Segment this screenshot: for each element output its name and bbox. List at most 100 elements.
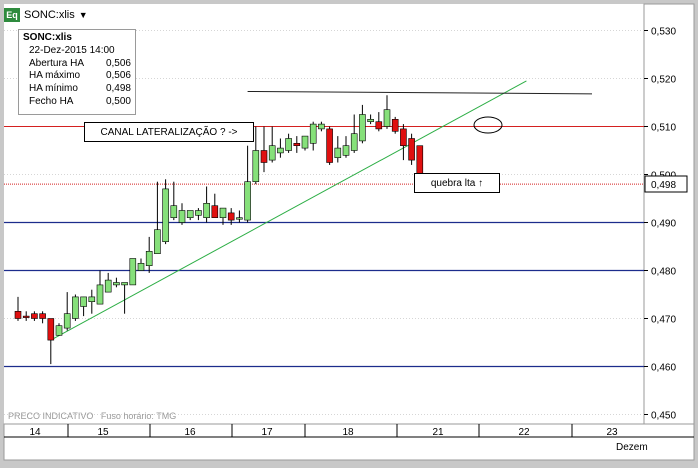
candle-body bbox=[22, 315, 30, 318]
candle-body bbox=[113, 282, 120, 286]
candle bbox=[129, 258, 137, 286]
candle-body bbox=[260, 150, 268, 163]
info-label: HA mínimo bbox=[29, 83, 78, 95]
candle-body bbox=[55, 325, 63, 336]
info-value: 0,500 bbox=[105, 95, 131, 107]
info-value: 0,498 bbox=[105, 83, 131, 95]
candle bbox=[408, 133, 415, 165]
candle-body bbox=[293, 143, 301, 147]
candle-body bbox=[121, 282, 128, 286]
price-tick-label: 0,510 bbox=[651, 123, 676, 134]
equity-icon: Eq bbox=[4, 8, 20, 22]
candle bbox=[162, 179, 169, 245]
time-trailing-label: Dezem bbox=[616, 442, 648, 453]
price-tick-label: 0,520 bbox=[651, 75, 676, 86]
candle-body bbox=[39, 313, 46, 319]
candle-body bbox=[408, 138, 415, 161]
candle-body bbox=[162, 188, 169, 242]
time-label: 18 bbox=[342, 427, 354, 438]
candle-body bbox=[416, 145, 424, 175]
candle-body bbox=[277, 147, 284, 154]
candle-body bbox=[211, 205, 219, 218]
candle-body bbox=[31, 313, 38, 319]
candle-body bbox=[375, 121, 383, 130]
candle bbox=[72, 294, 79, 321]
candle-body bbox=[334, 147, 342, 159]
annotation-canal[interactable]: CANAL LATERALIZAÇÃO ? -> bbox=[84, 122, 254, 142]
candle-body bbox=[63, 313, 71, 329]
info-row-open: Abertura HA 0,506 bbox=[23, 58, 131, 71]
candle-body bbox=[342, 145, 350, 156]
candle-body bbox=[104, 279, 112, 293]
price-tick-label: 0,490 bbox=[651, 219, 676, 230]
candle-body bbox=[154, 229, 161, 254]
time-label: 15 bbox=[97, 427, 109, 438]
chevron-down-icon[interactable]: ▼ bbox=[79, 10, 88, 20]
candle-body bbox=[367, 119, 374, 123]
candle-body bbox=[359, 114, 366, 142]
title-bar: Eq SONC:xlis ▼ bbox=[4, 5, 88, 25]
annotation-quebra[interactable]: quebra lta ↑ bbox=[414, 173, 500, 193]
candle-body bbox=[268, 145, 276, 161]
candle-body bbox=[96, 284, 104, 305]
info-label: Abertura HA bbox=[29, 57, 85, 69]
candle-body bbox=[400, 128, 407, 146]
candle-body bbox=[252, 150, 260, 183]
current-price-label: 0,498 bbox=[651, 180, 676, 191]
price-tick-label: 0,480 bbox=[651, 267, 676, 278]
candle-body bbox=[14, 310, 22, 319]
candle-body bbox=[244, 181, 251, 221]
candle bbox=[326, 126, 333, 165]
chart-window: 0,530 0,520 0,510 0,500 0,490 0,480 0,470 0,460… bbox=[0, 0, 698, 463]
price-tick-label: 0,460 bbox=[651, 363, 676, 374]
candle-body bbox=[236, 217, 243, 220]
info-label: Fecho HA bbox=[29, 95, 74, 107]
candle-body bbox=[383, 109, 391, 127]
candle-body bbox=[170, 205, 178, 218]
info-row-low: HA mínimo 0,498 bbox=[23, 83, 131, 96]
candle-body bbox=[186, 210, 194, 218]
candle-body bbox=[301, 135, 309, 149]
candle-body bbox=[285, 138, 292, 151]
candle-body bbox=[219, 207, 227, 219]
price-tick-label: 0,530 bbox=[651, 27, 676, 38]
candle-body bbox=[318, 123, 325, 130]
time-label: 21 bbox=[432, 427, 444, 438]
candle-body bbox=[137, 262, 145, 271]
candle-body bbox=[129, 258, 137, 286]
time-label: 16 bbox=[184, 427, 196, 438]
time-label: 17 bbox=[261, 427, 273, 438]
candle-body bbox=[309, 123, 317, 144]
footer-info: PRECO INDICATIVO Fuso horário: TMG bbox=[8, 411, 176, 421]
candle-body bbox=[178, 210, 186, 223]
candle-body bbox=[88, 296, 96, 302]
candle-body bbox=[72, 296, 79, 319]
indicator-label: PRECO INDICATIVO bbox=[8, 411, 94, 421]
info-value: 0,506 bbox=[105, 57, 131, 69]
info-datetime: 22-Dez-2015 14:00 bbox=[29, 44, 115, 56]
info-value: 0,506 bbox=[105, 70, 131, 82]
time-label: 23 bbox=[606, 427, 618, 438]
candle-body bbox=[203, 203, 210, 219]
candle-body bbox=[326, 128, 333, 163]
timezone-label: Fuso horário: TMG bbox=[100, 411, 177, 421]
info-title: SONC:xlis bbox=[23, 32, 72, 43]
candle-body bbox=[47, 318, 55, 341]
info-label: HA máximo bbox=[29, 70, 81, 82]
price-axis bbox=[643, 3, 695, 425]
candle-body bbox=[391, 119, 399, 132]
candle-body bbox=[145, 251, 153, 267]
candle-body bbox=[227, 212, 235, 221]
info-row-high: HA máximo 0,506 bbox=[23, 70, 131, 83]
info-box: SONC:xlis 22-Dez-2015 14:00 Abertura HA 0… bbox=[18, 29, 136, 115]
candle bbox=[301, 135, 309, 151]
info-row-close: Fecho HA 0,500 bbox=[23, 96, 131, 109]
candle-body bbox=[195, 210, 202, 216]
price-tick-label: 0,450 bbox=[651, 411, 676, 422]
candle-body bbox=[80, 296, 87, 307]
price-tick-label: 0,470 bbox=[651, 315, 676, 326]
time-label: 14 bbox=[29, 427, 41, 438]
candle bbox=[391, 116, 399, 134]
candle-body bbox=[350, 133, 358, 151]
symbol-label[interactable]: SONC:xlis bbox=[24, 9, 75, 21]
